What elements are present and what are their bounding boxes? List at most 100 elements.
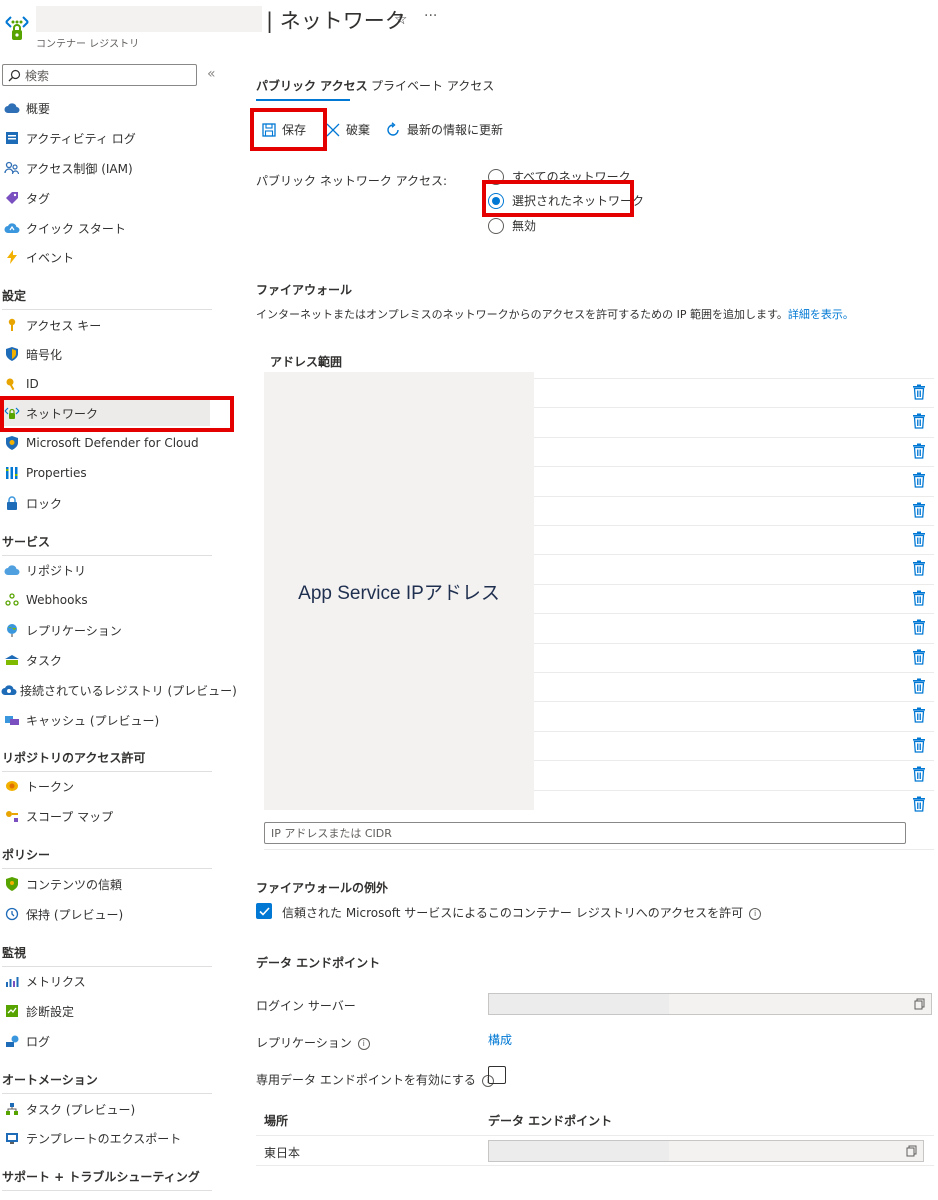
radio-label: 無効: [512, 219, 537, 233]
sidebar-item-iam[interactable]: アクセス制御 (IAM): [0, 155, 210, 181]
copy-icon[interactable]: [906, 1145, 917, 1157]
dedicated-endpoint-checkbox[interactable]: [488, 1066, 506, 1084]
delete-icon[interactable]: [912, 472, 926, 488]
learn-more-link[interactable]: 詳細を表示。: [788, 308, 854, 321]
delete-icon[interactable]: [912, 443, 926, 459]
trusted-services-checkbox[interactable]: [256, 903, 272, 919]
data-endpoint-field[interactable]: [488, 1140, 924, 1162]
delete-icon[interactable]: [912, 502, 926, 518]
sidebar-item-content-trust[interactable]: コンテンツの信頼: [0, 871, 210, 897]
sidebar-item-tasks-preview[interactable]: タスク (プレビュー): [0, 1096, 210, 1122]
favorite-star-icon[interactable]: ☆: [394, 10, 407, 28]
sidebar-item-metrics[interactable]: メトリクス: [0, 968, 210, 994]
sidebar-item-export-template[interactable]: テンプレートのエクスポート: [0, 1125, 210, 1151]
overlay-text: App Service IPアドレス: [298, 582, 500, 604]
sidebar-item-encryption[interactable]: 暗号化: [0, 341, 210, 367]
defender-shield-icon: [6, 436, 18, 450]
delete-icon[interactable]: [912, 413, 926, 429]
radio-disabled[interactable]: 無効: [488, 217, 536, 234]
sidebar-item-label: トークン: [26, 779, 75, 794]
section-support: サポート + トラブルシューティング: [2, 1168, 212, 1191]
delete-icon[interactable]: [912, 766, 926, 782]
refresh-button[interactable]: 最新の情報に更新: [385, 121, 503, 138]
webhook-icon: [5, 593, 19, 606]
sidebar-item-label: 概要: [26, 101, 51, 116]
delete-icon[interactable]: [912, 649, 926, 665]
sidebar-item-properties[interactable]: Properties: [0, 460, 210, 486]
replication-configure-link[interactable]: 構成: [488, 1031, 512, 1048]
sidebar-item-cache[interactable]: キャッシュ (プレビュー): [0, 707, 210, 733]
firewall-description: インターネットまたはオンプレミスのネットワークからのアクセスを許可するための I…: [256, 306, 854, 322]
sidebar-item-identity[interactable]: ID: [0, 371, 210, 397]
sidebar-item-tasks[interactable]: タスク: [0, 647, 210, 673]
radio-circle: [488, 217, 504, 234]
login-server-field[interactable]: [488, 993, 932, 1015]
sidebar-item-label: ログ: [26, 1034, 51, 1049]
sidebar-item-retention[interactable]: 保持 (プレビュー): [0, 901, 210, 927]
save-label: 保存: [282, 123, 307, 137]
trusted-services-text: 信頼された Microsoft サービスによるこのコンテナー レジストリへのアク…: [282, 906, 744, 920]
sidebar-item-tokens[interactable]: トークン: [0, 773, 210, 799]
lock-icon: [7, 496, 17, 510]
activity-log-icon: [6, 132, 18, 144]
sidebar-item-repositories[interactable]: リポジトリ: [0, 557, 210, 583]
input-row-divider: [264, 849, 934, 850]
sidebar-item-connected-registries[interactable]: 接続されているレジストリ (プレビュー): [0, 677, 237, 703]
info-icon[interactable]: i: [357, 1037, 370, 1050]
delete-icon[interactable]: [912, 796, 926, 812]
sidebar-item-networking[interactable]: ネットワーク: [0, 400, 210, 426]
delete-icon[interactable]: [912, 384, 926, 400]
radio-label: すべてのネットワーク: [512, 170, 631, 184]
delete-icon[interactable]: [912, 619, 926, 635]
discard-button[interactable]: 破棄: [326, 121, 370, 138]
sidebar-item-label: タグ: [26, 191, 51, 206]
globe-icon: [7, 624, 17, 637]
delete-icon[interactable]: [912, 531, 926, 547]
sidebar-item-access-keys[interactable]: アクセス キー: [0, 312, 210, 338]
tab-public-access[interactable]: パブリック アクセス: [256, 77, 368, 94]
save-button[interactable]: 保存: [262, 121, 306, 138]
sidebar-item-defender[interactable]: Microsoft Defender for Cloud: [0, 430, 210, 456]
copy-icon[interactable]: [914, 998, 925, 1010]
delete-icon[interactable]: [912, 560, 926, 576]
sidebar-item-logs[interactable]: ログ: [0, 1028, 210, 1054]
more-options-icon[interactable]: ···: [424, 8, 437, 24]
tab-private-access[interactable]: プライベート アクセス: [371, 77, 494, 94]
radio-circle: [488, 169, 504, 185]
info-icon[interactable]: i: [749, 907, 762, 920]
data-endpoint-heading: データ エンドポイント: [256, 956, 381, 970]
radio-circle-selected: [488, 192, 504, 209]
sidebar-item-label: タスク (プレビュー): [26, 1102, 136, 1117]
sidebar-item-events[interactable]: イベント: [0, 244, 210, 270]
content-trust-icon: [6, 877, 18, 891]
section-settings: 設定: [2, 287, 212, 310]
sidebar-item-overview[interactable]: 概要: [0, 95, 210, 121]
sidebar-item-locks[interactable]: ロック: [0, 490, 210, 516]
sidebar-item-webhooks[interactable]: Webhooks: [0, 587, 210, 613]
radio-selected-networks[interactable]: 選択されたネットワーク: [488, 192, 644, 209]
sidebar-item-tags[interactable]: タグ: [0, 185, 210, 211]
sidebar-search-input[interactable]: 検索: [2, 64, 197, 86]
ip-address-input[interactable]: IP アドレスまたは CIDR: [264, 822, 906, 844]
delete-icon[interactable]: [912, 678, 926, 694]
sidebar-item-activity-log[interactable]: アクティビティ ログ: [0, 125, 210, 151]
sidebar-item-replications[interactable]: レプリケーション: [0, 617, 210, 643]
radio-label: 選択されたネットワーク: [512, 194, 645, 208]
location-column-header: 場所: [264, 1114, 289, 1128]
firewall-heading: ファイアウォール: [256, 283, 353, 297]
sidebar-item-scope-maps[interactable]: スコープ マップ: [0, 803, 210, 829]
public-network-access-label: パブリック ネットワーク アクセス:: [256, 174, 448, 188]
collapse-sidebar-icon[interactable]: «: [207, 66, 216, 82]
radio-all-networks[interactable]: すべてのネットワーク: [488, 167, 631, 185]
sidebar-item-quickstart[interactable]: クイック スタート: [0, 215, 210, 241]
delete-icon[interactable]: [912, 590, 926, 606]
section-policies: ポリシー: [2, 846, 212, 869]
save-icon: [262, 122, 276, 137]
delete-icon[interactable]: [912, 737, 926, 753]
sidebar-item-label: テンプレートのエクスポート: [26, 1131, 182, 1146]
network-icon: [4, 407, 20, 419]
delete-icon[interactable]: [912, 707, 926, 723]
identity-key-icon: [6, 378, 15, 391]
sidebar-item-diagnostic-settings[interactable]: 診断設定: [0, 998, 210, 1024]
key-icon: [8, 318, 16, 331]
